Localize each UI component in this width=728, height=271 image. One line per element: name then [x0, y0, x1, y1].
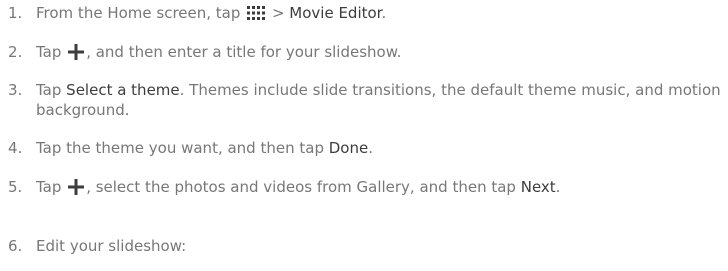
- ui-term-next: Next: [520, 178, 556, 196]
- step-text: Tap Select a theme. Themes include slide…: [36, 81, 721, 119]
- step-number: 4.: [8, 139, 23, 157]
- step-text: Tap , and then enter a title for your sl…: [36, 42, 724, 65]
- step-number: 1.: [8, 4, 23, 22]
- step-text: From the Home screen, tap > Movie Editor…: [36, 3, 724, 25]
- ui-term-select-a-theme: Select a theme: [66, 81, 180, 99]
- step-number: 6.: [8, 237, 23, 255]
- plus-icon: [68, 179, 85, 200]
- step-number: 2.: [8, 43, 23, 61]
- step-text: Tap the theme you want, and then tap Don…: [36, 139, 373, 157]
- ui-term-done: Done: [328, 139, 369, 157]
- plus-icon: [68, 44, 85, 65]
- menu-path-movie-editor: Movie Editor: [289, 4, 382, 22]
- step-text: Edit your slideshow:: [36, 237, 187, 255]
- step-number: 3.: [8, 81, 23, 99]
- instruction-steps: 1. From the Home screen, tap > Movie Edi…: [0, 0, 728, 271]
- step-number: 5.: [8, 178, 23, 196]
- step-text: Tap , select the photos and videos from …: [36, 177, 724, 200]
- all-apps-grid-icon: [247, 5, 266, 25]
